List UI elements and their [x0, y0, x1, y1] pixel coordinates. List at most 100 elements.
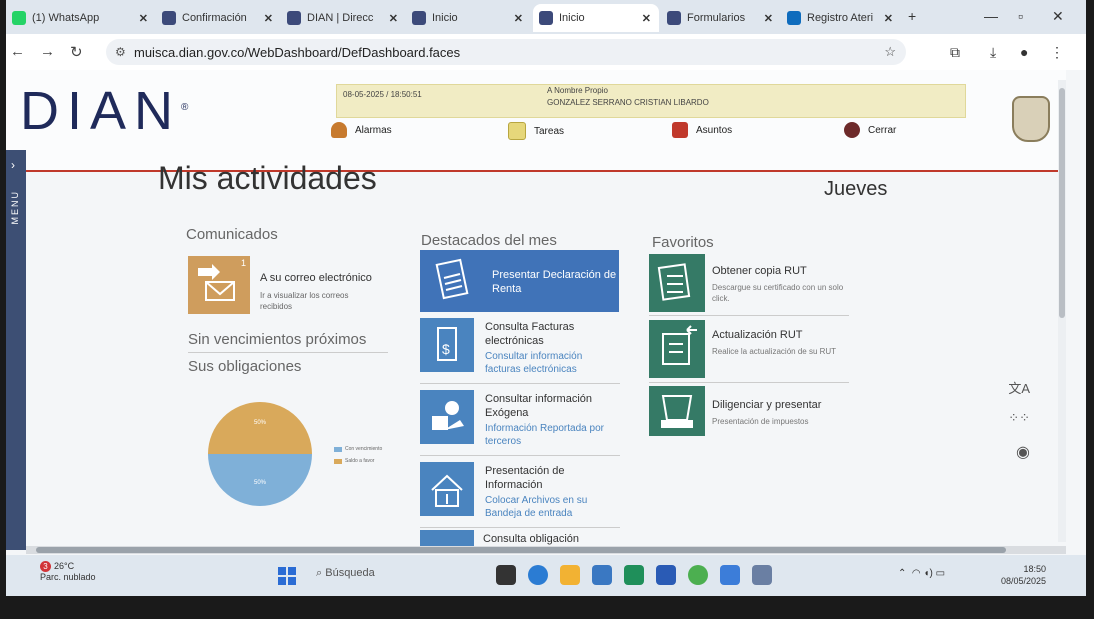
- close-tab-icon[interactable]: ✕: [264, 12, 273, 25]
- close-tab-icon[interactable]: ✕: [389, 12, 398, 25]
- calculator-icon[interactable]: [752, 565, 772, 585]
- menu-cerrar[interactable]: Cerrar: [844, 122, 896, 138]
- tab-confirmacion[interactable]: Confirmación ✕: [156, 4, 281, 32]
- legend-item-con-vencimiento: Con vencimiento: [334, 446, 382, 452]
- vertical-scrollbar[interactable]: [1058, 80, 1066, 542]
- tab-registro[interactable]: Registro Ateri ✕: [781, 4, 901, 32]
- system-tray[interactable]: ⌃ ◠ ◖) ▭: [898, 568, 945, 579]
- menu-tareas[interactable]: Tareas: [508, 122, 564, 140]
- tasks-icon: [508, 122, 526, 140]
- destacado-subtitle[interactable]: Consultar información facturas electróni…: [485, 350, 605, 376]
- favorito-subtitle: Presentación de impuestos: [712, 417, 809, 426]
- back-icon[interactable]: ←: [10, 43, 25, 60]
- mail-subtitle: Ir a visualizar los correos recibidos: [260, 291, 349, 311]
- chevron-right-icon[interactable]: ›: [11, 158, 15, 172]
- legend-swatch: [334, 458, 342, 464]
- chrome-icon[interactable]: [688, 565, 708, 585]
- destacado-title[interactable]: Presentación de Información: [485, 464, 605, 492]
- bookmark-star-icon[interactable]: ☆: [884, 44, 896, 60]
- page-title: Mis actividades: [158, 160, 377, 196]
- rut-update-icon[interactable]: [649, 320, 705, 378]
- tab-label: DIAN | Direcc: [307, 12, 374, 24]
- user-info-bar: 08-05-2025 / 18:50:51 A Nombre Propio GO…: [336, 84, 966, 118]
- legend-item-saldo-a-favor: Saldo a favor: [334, 458, 374, 464]
- outlook-icon[interactable]: [656, 565, 676, 585]
- favorito-title[interactable]: Diligenciar y presentar: [712, 398, 852, 412]
- tab-whatsapp[interactable]: (1) WhatsApp ✕: [6, 4, 156, 32]
- menu-alarmas[interactable]: Alarmas: [331, 122, 392, 138]
- tab-formularios[interactable]: Formularios ✕: [661, 4, 781, 32]
- restore-icon[interactable]: ▫: [1018, 8, 1023, 24]
- mail-tile[interactable]: 1: [188, 256, 250, 314]
- pie-slice-label-top: 50%: [254, 420, 267, 426]
- tab-label: Inicio: [559, 12, 585, 24]
- store-icon[interactable]: [720, 565, 740, 585]
- taskbar-clock[interactable]: 18:50 08/05/2025: [1001, 563, 1046, 587]
- destacado-title[interactable]: Consulta Facturas electrónicas: [485, 320, 605, 348]
- forward-icon[interactable]: →: [40, 43, 55, 60]
- mail-badge: 1: [240, 258, 246, 268]
- destacado-subtitle[interactable]: Colocar Archivos en su Bandeja de entrad…: [485, 494, 605, 520]
- task-view-icon[interactable]: [496, 565, 516, 585]
- scrollbar-thumb[interactable]: [36, 547, 1006, 553]
- url-text: muisca.dian.gov.co/WebDashboard/DefDashb…: [134, 44, 461, 60]
- dian-logo[interactable]: DIAN®: [20, 80, 196, 142]
- profile-icon[interactable]: ●: [1020, 44, 1028, 60]
- person-report-icon[interactable]: [420, 390, 474, 444]
- destacado-title[interactable]: Consultar información Exógena: [485, 392, 605, 420]
- close-tab-icon[interactable]: ✕: [139, 12, 148, 25]
- scrollbar-thumb[interactable]: [1059, 88, 1065, 318]
- dian-icon: [539, 11, 553, 25]
- tab-inicio-active[interactable]: Inicio ✕: [533, 4, 659, 32]
- invoice-icon[interactable]: $: [420, 318, 474, 372]
- reload-icon[interactable]: ↻: [70, 43, 83, 61]
- close-tab-icon[interactable]: ✕: [642, 12, 651, 25]
- horizontal-scrollbar[interactable]: [26, 546, 1066, 554]
- menu-asuntos[interactable]: Asuntos: [672, 122, 732, 138]
- legend-swatch: [334, 446, 342, 452]
- apps-grid-icon[interactable]: ⁘⁘: [1008, 410, 1030, 426]
- dian-icon: [287, 11, 301, 25]
- destacado-subtitle[interactable]: Información Reportada por terceros: [485, 422, 605, 448]
- tab-dian-direccion[interactable]: DIAN | Direcc ✕: [281, 4, 406, 32]
- favorito-title[interactable]: Obtener copia RUT: [712, 264, 852, 278]
- folder-icon: [672, 122, 688, 138]
- file-explorer-icon[interactable]: [560, 565, 580, 585]
- address-bar-row: ← → ↻ ⚙ muisca.dian.gov.co/WebDashboard/…: [6, 34, 1086, 70]
- close-window-icon[interactable]: ✕: [1052, 8, 1064, 25]
- destacado-declaracion-renta[interactable]: Presentar Declaración de Renta: [420, 250, 619, 312]
- tab-label: (1) WhatsApp: [32, 12, 100, 24]
- house-upload-icon[interactable]: [420, 462, 474, 516]
- taskbar-search[interactable]: ⌕ Búsqueda: [316, 567, 375, 580]
- form-submit-icon[interactable]: [649, 386, 705, 436]
- mail-app-icon[interactable]: [592, 565, 612, 585]
- side-menu[interactable]: › MENU: [6, 150, 26, 550]
- obligation-icon[interactable]: [420, 530, 474, 546]
- user-caption: A Nombre Propio: [547, 86, 608, 95]
- search-icon: ⌕: [316, 567, 323, 579]
- new-tab-icon[interactable]: +: [908, 8, 916, 24]
- translate-icon[interactable]: 文A: [1008, 378, 1030, 397]
- assistant-icon[interactable]: ◉: [1016, 442, 1030, 462]
- tab-inicio[interactable]: Inicio ✕: [406, 4, 531, 32]
- site-info-icon[interactable]: ⚙: [115, 45, 126, 59]
- edge-icon[interactable]: [528, 565, 548, 585]
- extensions-icon[interactable]: ⧉: [950, 44, 960, 61]
- whatsapp-icon: [12, 11, 26, 25]
- close-tab-icon[interactable]: ✕: [884, 12, 893, 25]
- tax-form-icon: [435, 258, 469, 300]
- close-tab-icon[interactable]: ✕: [764, 12, 773, 25]
- destacado-title[interactable]: Consulta obligación: [483, 532, 603, 546]
- favorito-title[interactable]: Actualización RUT: [712, 328, 852, 342]
- minimize-icon[interactable]: —: [984, 8, 998, 24]
- close-tab-icon[interactable]: ✕: [514, 12, 523, 25]
- session-datetime: 08-05-2025 / 18:50:51: [343, 90, 422, 99]
- mail-title[interactable]: A su correo electrónico: [260, 272, 372, 284]
- rut-copy-icon[interactable]: [649, 254, 705, 312]
- weather-widget[interactable]: 3 26°C Parc. nublado: [40, 561, 96, 582]
- windows-start-icon[interactable]: [278, 567, 296, 585]
- download-icon[interactable]: ⤓: [990, 44, 996, 61]
- url-field[interactable]: ⚙ muisca.dian.gov.co/WebDashboard/DefDas…: [106, 39, 906, 65]
- excel-icon[interactable]: [624, 565, 644, 585]
- more-menu-icon[interactable]: ⋮: [1050, 44, 1064, 61]
